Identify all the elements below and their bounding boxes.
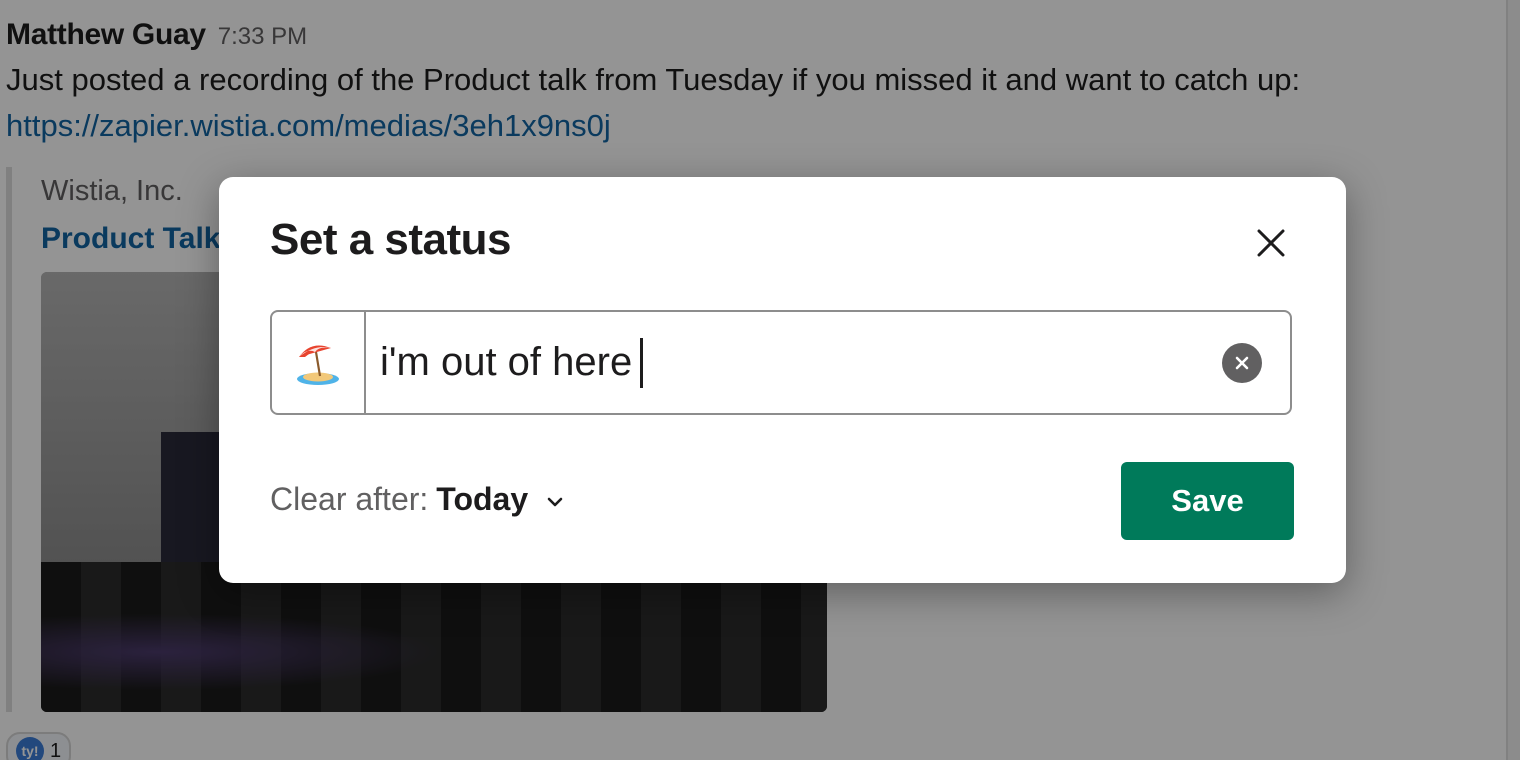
beach-umbrella-icon xyxy=(297,344,339,385)
modal-title: Set a status xyxy=(270,215,511,264)
clear-x-icon xyxy=(1235,356,1249,369)
clear-after-value: Today xyxy=(436,481,529,517)
clear-after-dropdown[interactable]: Clear after: Today xyxy=(270,481,564,518)
status-text-input[interactable]: i'm out of here xyxy=(366,312,1222,413)
set-status-modal: Set a status i'm out of here Clear after… xyxy=(219,177,1346,583)
emoji-picker-button[interactable] xyxy=(272,312,366,413)
close-button[interactable] xyxy=(1247,219,1295,267)
close-icon xyxy=(1257,229,1285,257)
status-field: i'm out of here xyxy=(270,310,1292,415)
save-button[interactable]: Save xyxy=(1121,462,1294,540)
chevron-down-icon xyxy=(547,497,563,506)
text-cursor xyxy=(640,337,644,388)
slack-window: Matthew Guay 7:33 PM Just posted a recor… xyxy=(0,0,1520,760)
clear-after-label: Clear after: xyxy=(270,481,429,517)
status-text-value: i'm out of here xyxy=(380,340,633,384)
clear-status-button[interactable] xyxy=(1222,342,1262,383)
